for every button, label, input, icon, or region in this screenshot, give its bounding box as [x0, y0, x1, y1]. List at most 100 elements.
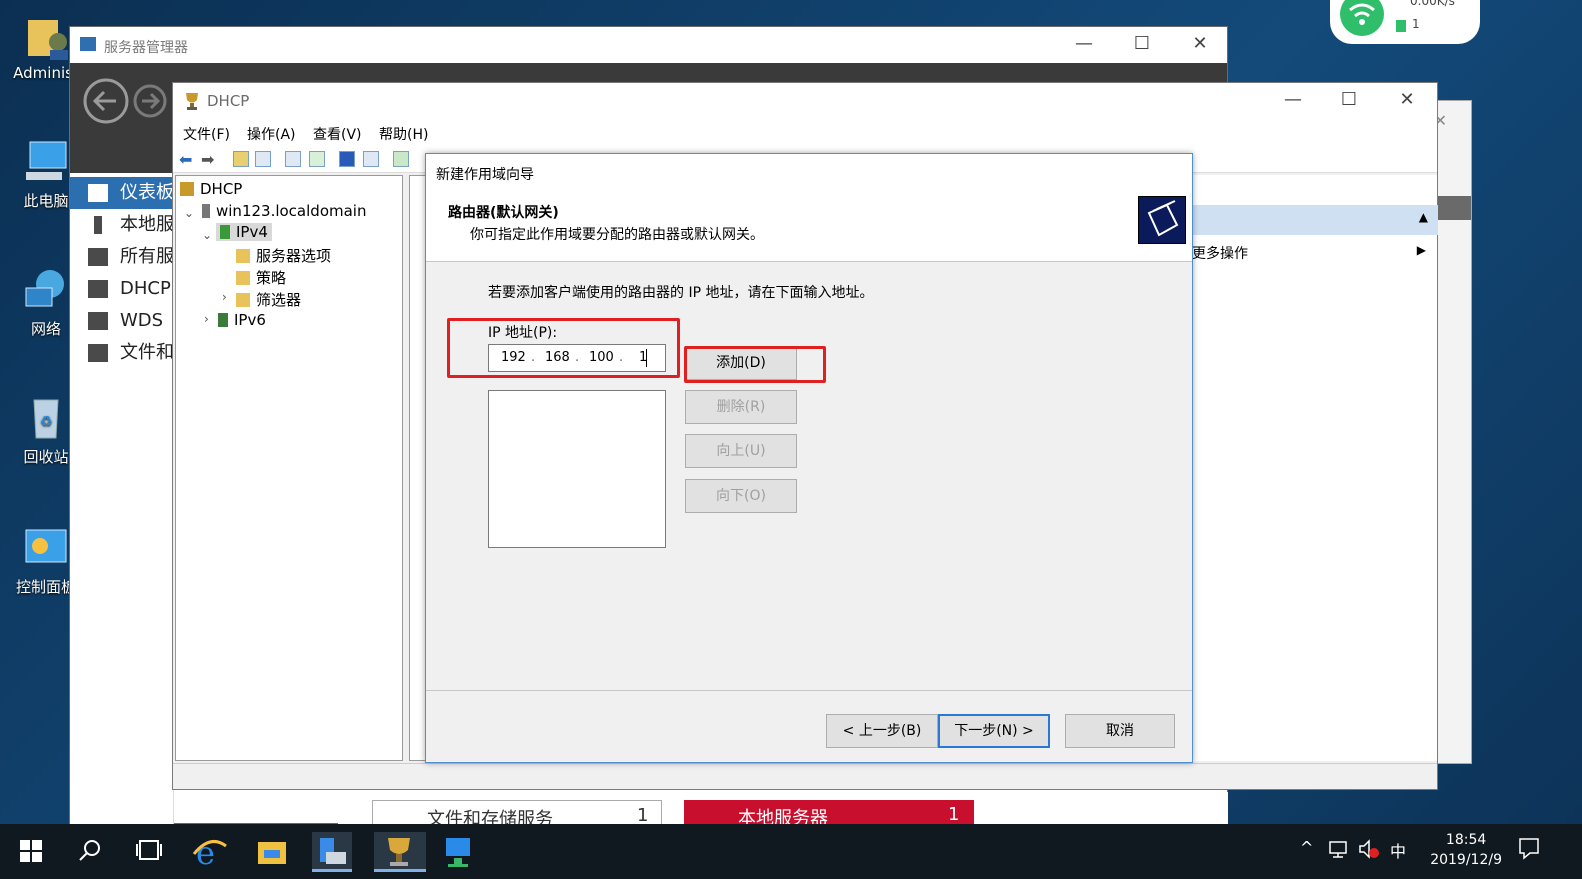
dhcp-trophy-icon: [180, 182, 194, 196]
tree-node-policies[interactable]: 策略: [236, 267, 286, 288]
tree-node-label: 筛选器: [256, 291, 302, 309]
clock[interactable]: 18:54 2019/12/9: [1430, 830, 1502, 870]
cancel-button[interactable]: 取消: [1065, 714, 1175, 748]
sidebar-item-wds[interactable]: WDS: [70, 305, 174, 337]
maximize-button[interactable]: ☐: [1122, 33, 1162, 55]
battery-icon: [1396, 20, 1406, 32]
more-actions-item[interactable]: 更多操作 ▶: [1192, 241, 1438, 265]
chevron-up-icon[interactable]: ^: [1300, 838, 1313, 857]
action-pane-icon[interactable]: [363, 151, 379, 167]
next-button[interactable]: 下一步(N) >: [938, 714, 1050, 748]
tree-node-ipv4[interactable]: IPv4: [216, 223, 272, 241]
dhcp-taskbar-icon[interactable]: [374, 832, 426, 872]
close-button[interactable]: ✕: [1387, 89, 1427, 111]
sidebar-item-all-servers[interactable]: 所有服务器: [70, 241, 174, 273]
tree-node-label: 服务器选项: [256, 247, 332, 265]
tree-node-ipv6[interactable]: IPv6: [218, 311, 266, 329]
notification-icon[interactable]: [1518, 836, 1540, 860]
highlight-add-button: [684, 346, 826, 383]
computer-icon: [22, 138, 70, 186]
recycle-bin-icon: ♻: [22, 394, 70, 442]
menu-action[interactable]: 操作(A): [247, 124, 296, 144]
speed-count: 1: [1412, 17, 1420, 31]
internet-explorer-icon[interactable]: e: [190, 832, 230, 872]
wds-role-icon: [88, 312, 108, 330]
sidebar-item-dashboard[interactable]: 仪表板: [70, 177, 174, 209]
volume-muted-icon[interactable]: [1358, 838, 1380, 860]
tree-node-label: 策略: [256, 269, 287, 287]
minimize-button[interactable]: —: [1273, 89, 1313, 111]
chevron-down-icon[interactable]: ⌄: [184, 206, 194, 220]
sidebar-item-file-storage[interactable]: 文件和存储服务: [70, 337, 174, 369]
network-app-icon[interactable]: [438, 832, 478, 872]
server-icon: [94, 216, 102, 234]
server-manager-taskbar-icon[interactable]: [312, 832, 352, 872]
up-folder-icon[interactable]: [233, 151, 249, 167]
server-manager-sidebar: 仪表板 本地服务器 所有服务器 DHCP WDS 文件和存储服务: [70, 173, 174, 825]
menu-file[interactable]: 文件(F): [183, 124, 230, 144]
forward-icon[interactable]: [132, 83, 168, 119]
dhcp-trophy-icon: [186, 93, 198, 110]
tree-node-label: IPv6: [234, 311, 266, 329]
chevron-right-icon: ▶: [1416, 243, 1426, 257]
back-button[interactable]: < 上一步(B): [826, 714, 938, 748]
status-bar: [173, 763, 1437, 789]
refresh-icon[interactable]: [309, 151, 325, 167]
maximize-button[interactable]: ☐: [1329, 89, 1369, 111]
help-icon[interactable]: [339, 151, 355, 167]
wizard-step-title: 路由器(默认网关): [448, 205, 559, 221]
tree-node-dhcp[interactable]: DHCP: [180, 180, 242, 198]
move-down-button[interactable]: 向下(O): [685, 479, 797, 513]
back-arrow-icon[interactable]: ⬅: [179, 150, 192, 169]
network-tray-icon[interactable]: [1328, 838, 1350, 860]
new-scope-wizard: 新建作用域向导 路由器(默认网关) 你可指定此作用域要分配的路由器或默认网关。 …: [425, 153, 1193, 763]
router-list[interactable]: [488, 390, 666, 548]
dhcp-menubar: 文件(F) 操作(A) 查看(V) 帮助(H): [173, 119, 1437, 147]
tree-node-server-options[interactable]: 服务器选项: [236, 245, 331, 266]
sidebar-item-local-server[interactable]: 本地服务器: [70, 209, 174, 241]
clock-time: 18:54: [1445, 832, 1487, 848]
show-tree-icon[interactable]: [255, 151, 271, 167]
scrollbar[interactable]: [1437, 196, 1471, 220]
folder-icon: [236, 249, 250, 263]
speed-value: 0.00K/s: [1410, 0, 1455, 8]
actions-pane: ▲ 更多操作 ▶: [1191, 175, 1438, 761]
start-windows-icon[interactable]: [20, 840, 42, 862]
ime-indicator[interactable]: 中: [1390, 838, 1406, 862]
wizard-logo-icon: [1138, 196, 1186, 244]
chevron-down-icon[interactable]: ⌄: [202, 228, 212, 242]
desktop-icon-label: 网络: [30, 320, 61, 338]
minimize-button[interactable]: —: [1064, 33, 1104, 55]
tile-count: 1: [948, 804, 960, 825]
search-icon[interactable]: [78, 838, 102, 862]
wizard-header: 路由器(默认网关) 你可指定此作用域要分配的路由器或默认网关。: [426, 190, 1192, 262]
menu-help[interactable]: 帮助(H): [379, 124, 428, 144]
wizard-footer-separator: [426, 690, 1192, 691]
ipv6-icon: [218, 313, 228, 327]
file-explorer-icon[interactable]: [252, 832, 292, 872]
sidebar-item-dhcp[interactable]: DHCP: [70, 273, 174, 305]
user-folder-icon: [22, 12, 70, 60]
forward-arrow-icon[interactable]: ➡: [201, 150, 214, 169]
tree-node-server[interactable]: win123.localdomain: [202, 202, 366, 220]
menu-view[interactable]: 查看(V): [313, 124, 362, 144]
collapse-up-icon[interactable]: ▲: [1419, 210, 1428, 224]
wizard-title: 新建作用域向导: [436, 167, 534, 183]
remove-button[interactable]: 删除(R): [685, 390, 797, 424]
server-manager-icon: [80, 37, 96, 51]
chevron-right-icon[interactable]: ›: [204, 312, 209, 326]
actions-header[interactable]: ▲: [1192, 205, 1438, 235]
server-manager-tiles: 文件和存储服务 1 本地服务器 1: [338, 792, 1228, 830]
monitor-icon[interactable]: [393, 151, 409, 167]
dhcp-role-icon: [88, 280, 108, 298]
properties-icon[interactable]: [285, 151, 301, 167]
sidebar-item-label: DHCP: [120, 278, 171, 299]
move-up-button[interactable]: 向上(U): [685, 434, 797, 468]
back-icon[interactable]: [82, 77, 130, 125]
chevron-right-icon[interactable]: ›: [222, 290, 227, 304]
tree-node-filters[interactable]: 筛选器: [236, 289, 301, 310]
close-button[interactable]: ✕: [1180, 33, 1220, 55]
network-speed-widget[interactable]: 0.00K/s 1: [1330, 0, 1480, 44]
task-view-icon[interactable]: [136, 838, 162, 862]
server-manager-titlebar: 服务器管理器 — ☐ ✕: [70, 27, 1227, 63]
